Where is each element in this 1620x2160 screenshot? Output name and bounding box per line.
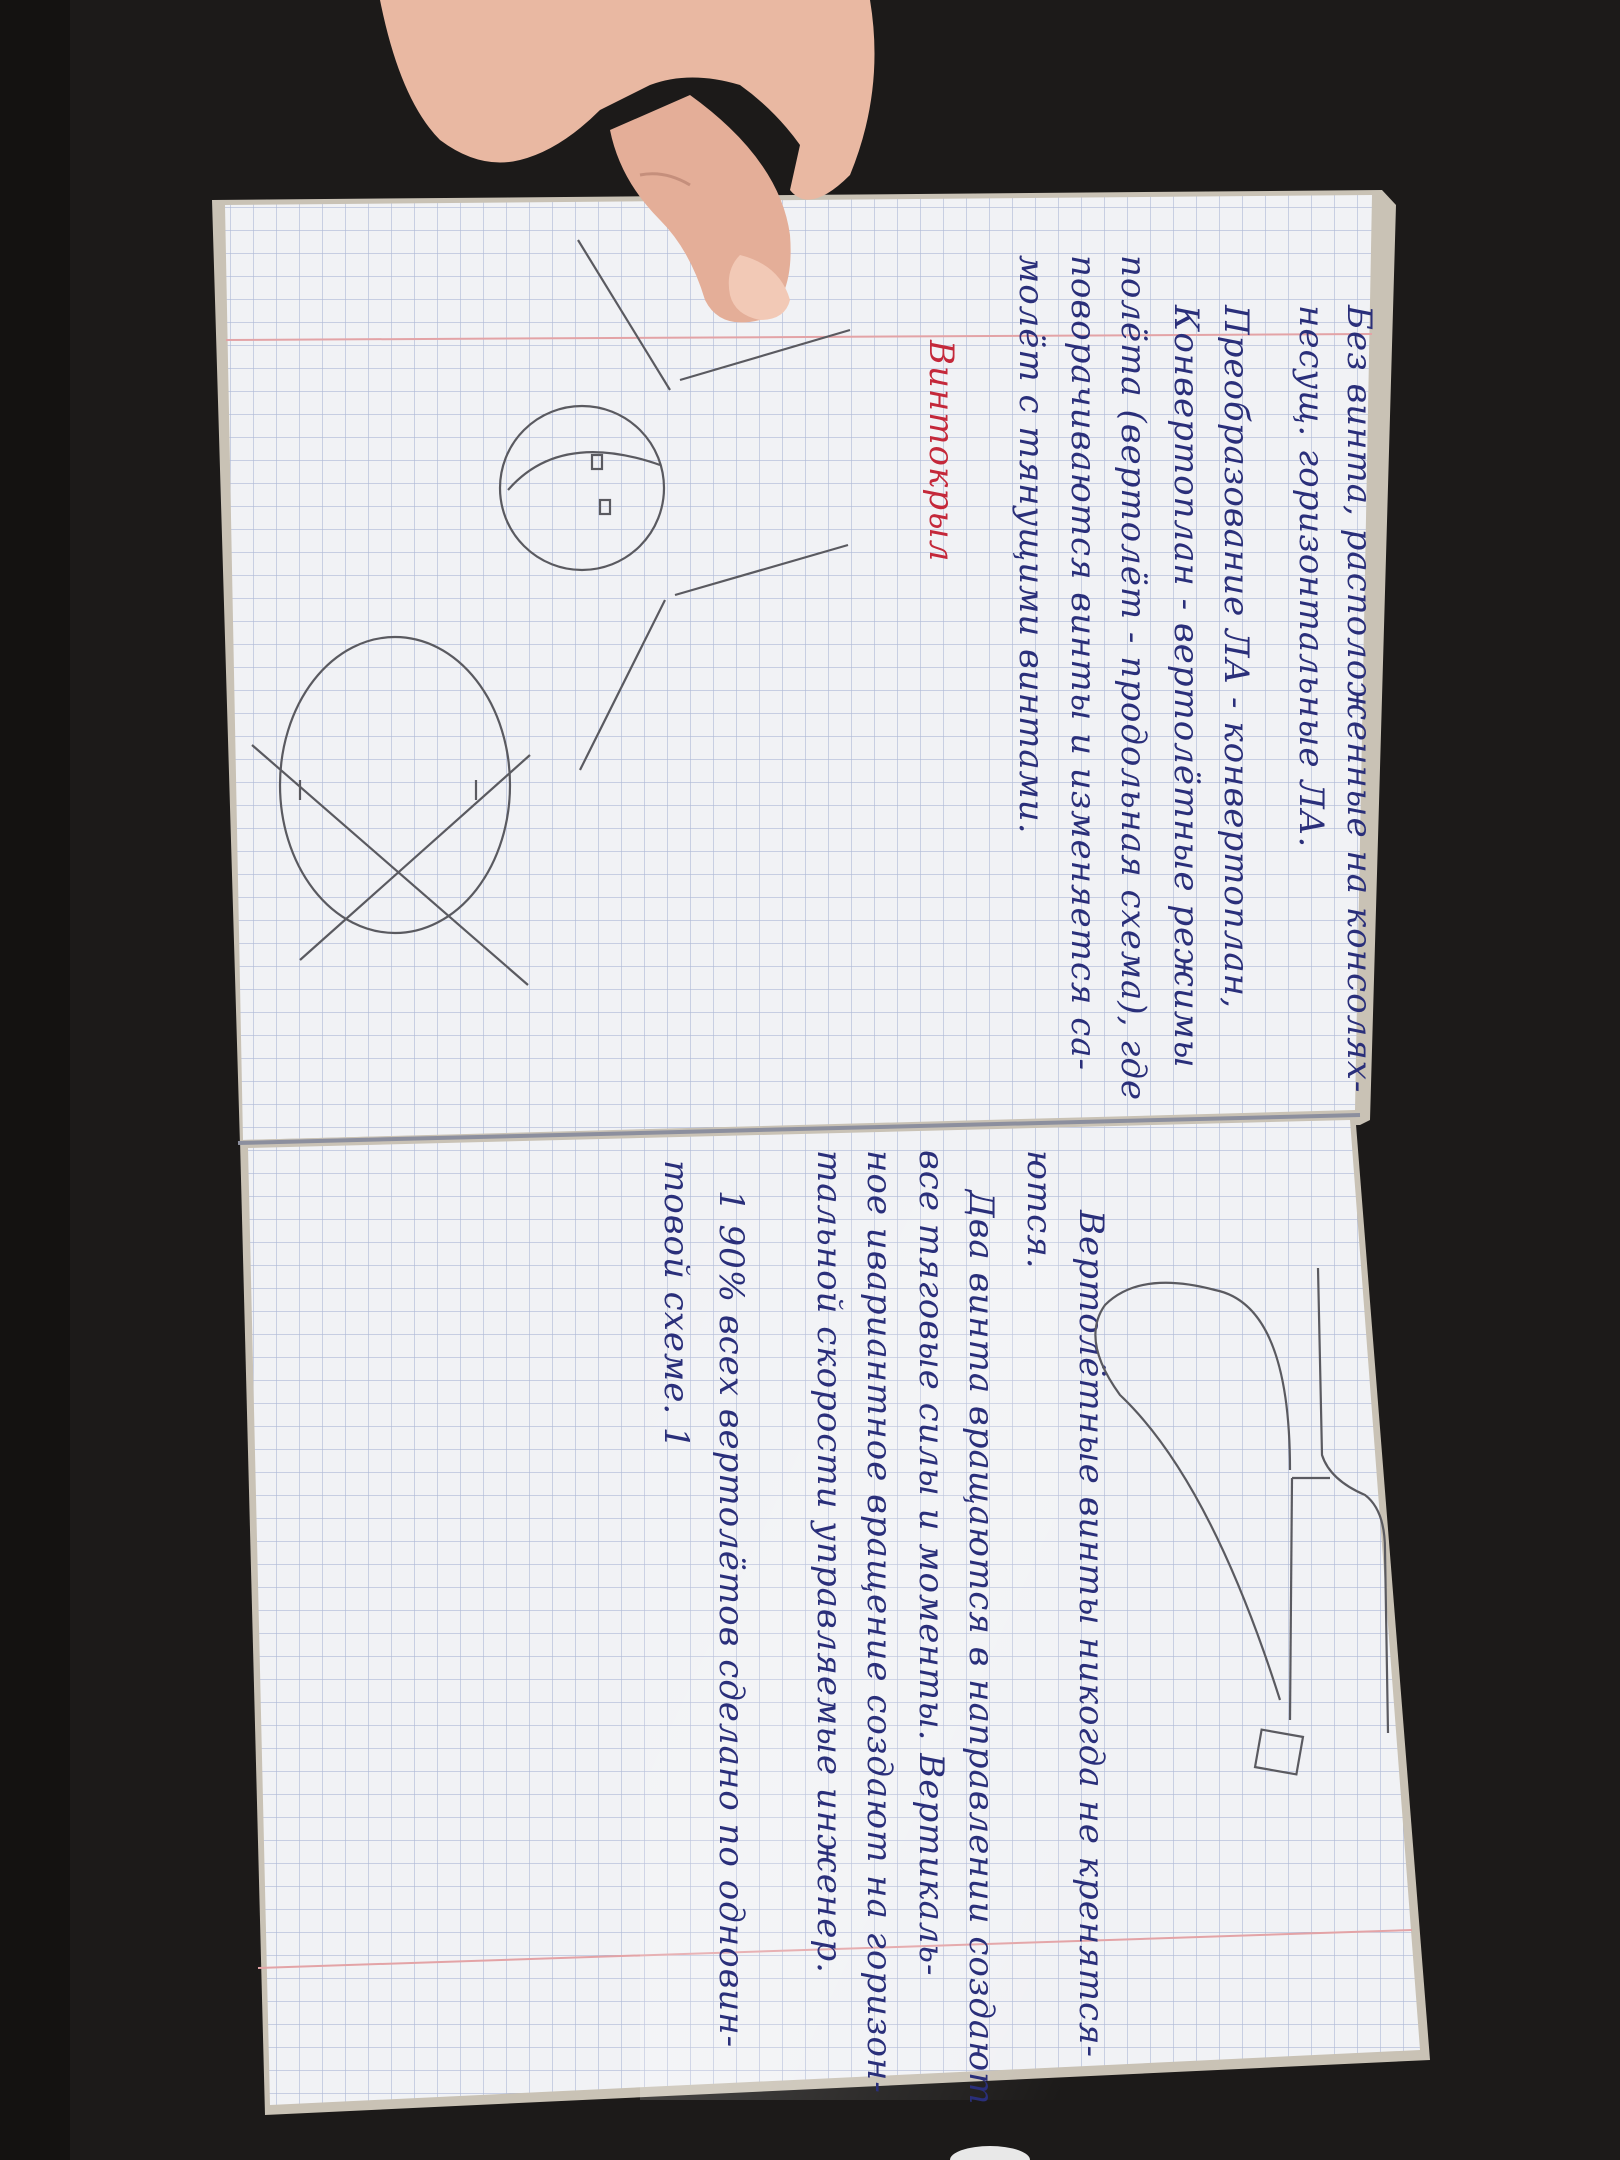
left-line-5: полёта (вертолёт - продольная схема), гд… — [1113, 255, 1153, 1101]
desk-shadow-left — [0, 0, 70, 2160]
left-line-4: Конвертоплан - вертолётные режимы — [1166, 304, 1206, 1069]
right-line-3: Два винта вращаются в направлении создаю… — [961, 1188, 1001, 2105]
left-line-7: молёт с тянущими винтами. — [1011, 255, 1051, 835]
right-line-7: 1 90% всех вертолётов сделано по одновин… — [711, 1190, 751, 2048]
right-line-2: ются. — [1019, 1150, 1059, 1270]
photo-scene: Без винта, расположенные на консолях- не… — [0, 0, 1620, 2160]
right-line-1: Вертолётные винты никогда не кренятся- — [1071, 1209, 1111, 2058]
left-line-1: Без винта, расположенные на консолях- — [1339, 304, 1379, 1093]
left-red-heading: Винтокрыл — [921, 339, 961, 562]
left-line-6: поворачиваются винты и изменяется са- — [1063, 255, 1103, 1071]
left-line-3: Преобразование ЛА - конвертоплан, — [1216, 304, 1256, 1009]
right-line-4: все тяговые силы и моменты. Вертикаль- — [911, 1150, 951, 1977]
right-line-8: товой схеме. 1 — [656, 1160, 696, 1450]
left-line-2: несущ. горизонтальные ЛА. — [1291, 305, 1331, 848]
right-line-6: тальной скорости управляемые инженер. — [809, 1150, 849, 1974]
right-line-5: ное ивариантное вращение создают на гори… — [859, 1150, 899, 2094]
